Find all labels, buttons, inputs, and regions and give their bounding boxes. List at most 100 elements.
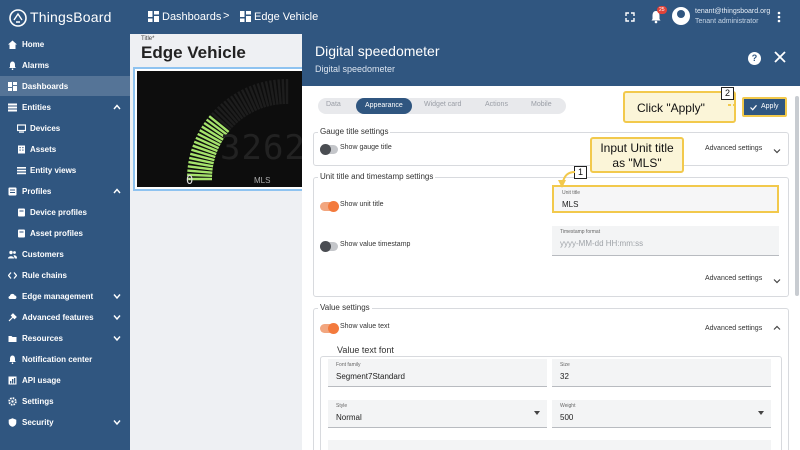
- font-size-label: Size: [560, 362, 570, 368]
- security-icon: [8, 418, 17, 427]
- show-value-text-label: Show value text: [340, 323, 390, 330]
- sidebar-item-assets[interactable]: Assets: [0, 139, 130, 159]
- dashboards-icon: [148, 11, 159, 22]
- sidebar-item-resources[interactable]: Resources: [0, 328, 130, 348]
- sidebar-item-label: API usage: [22, 376, 61, 385]
- sidebar-item-alarms[interactable]: Alarms: [0, 55, 130, 75]
- chevron-down-icon: [113, 420, 121, 426]
- user-avatar[interactable]: [672, 7, 690, 25]
- gauge-advanced-settings[interactable]: Advanced settings: [705, 145, 762, 152]
- thingsboard-logo-icon[interactable]: [8, 8, 28, 28]
- font-family-field[interactable]: Font family Segment7Standard: [328, 359, 547, 387]
- edge-icon: [8, 293, 17, 299]
- timestamp-format-field[interactable]: Timestamp format yyyy-MM-dd HH:mm:ss: [552, 226, 779, 256]
- show-gauge-title-label: Show gauge title: [340, 144, 392, 151]
- sidebar-item-label: Entities: [22, 103, 51, 112]
- more-vert-icon[interactable]: [771, 9, 787, 25]
- title-field-label: Title*: [141, 36, 155, 42]
- unit-title-field-label: Unit title: [562, 190, 581, 196]
- dashboards-icon: [8, 82, 17, 91]
- advanced-icon: [8, 313, 17, 322]
- sidebar-item-label: Asset profiles: [30, 229, 83, 238]
- breadcrumb-dashboards[interactable]: Dashboards: [162, 11, 221, 23]
- entities-icon: [8, 103, 17, 112]
- sidebar-item-entities[interactable]: Entities: [0, 97, 130, 117]
- tab-actions[interactable]: Actions: [485, 101, 508, 108]
- settings-icon: [8, 397, 17, 406]
- sidebar-item-entity-views[interactable]: Entity views: [0, 160, 130, 180]
- unit-title-field[interactable]: Unit title MLS: [552, 185, 779, 213]
- unit-title-heading: Unit title and timestamp settings: [318, 172, 436, 181]
- panel-header: Digital speedometer Digital speedometer …: [302, 34, 800, 86]
- tab-appearance[interactable]: Appearance: [356, 98, 412, 114]
- unit-advanced-settings[interactable]: Advanced settings: [705, 275, 762, 282]
- asset-profiles-icon: [18, 229, 25, 238]
- sidebar-item-security[interactable]: Security: [0, 412, 130, 432]
- entity-views-icon: [17, 167, 26, 175]
- sidebar-item-edge-management[interactable]: Edge management: [0, 286, 130, 306]
- font-size-field[interactable]: Size 32: [552, 359, 771, 387]
- fullscreen-icon[interactable]: [622, 9, 638, 25]
- value-settings-heading: Value settings: [318, 303, 372, 312]
- sidebar-item-label: Customers: [22, 250, 64, 259]
- value-font-heading: Value text font: [335, 345, 396, 355]
- sidebar-item-asset-profiles[interactable]: Asset profiles: [0, 223, 130, 243]
- show-value-text-toggle[interactable]: [320, 323, 339, 334]
- sidebar-item-label: Assets: [30, 145, 57, 154]
- chevron-down-icon: [113, 315, 121, 321]
- tab-data[interactable]: Data: [326, 101, 341, 108]
- user-email: tenant@thingsboard.org: [695, 8, 771, 15]
- chevron-up-icon[interactable]: [773, 324, 781, 332]
- font-style-label: Style: [336, 403, 348, 409]
- sidebar-item-advanced-features[interactable]: Advanced features: [0, 307, 130, 327]
- sidebar-item-rule-chains[interactable]: Rule chains: [0, 265, 130, 285]
- font-size-value: 32: [560, 372, 569, 381]
- dashboard-title-input[interactable]: Edge Vehicle: [141, 43, 246, 63]
- panel-scrollbar[interactable]: [795, 96, 799, 296]
- chevron-down-icon: [113, 336, 121, 342]
- unit-title-callout: Input Unit title as "MLS": [590, 137, 684, 173]
- show-unit-title-toggle[interactable]: [320, 201, 339, 212]
- next-font-field[interactable]: [328, 440, 771, 450]
- sidebar-item-customers[interactable]: Customers: [0, 244, 130, 264]
- gauge-tick: [281, 79, 286, 105]
- breadcrumb-separator: >: [223, 10, 230, 22]
- sidebar-item-profiles[interactable]: Profiles: [0, 181, 130, 201]
- font-weight-label: Weight: [560, 403, 576, 409]
- sidebar-item-label: Profiles: [22, 187, 52, 196]
- tab-widget-card[interactable]: Widget card: [424, 101, 461, 108]
- chevron-down-icon[interactable]: [773, 147, 781, 155]
- unit-callout-line-1: Input Unit title: [600, 141, 674, 155]
- close-icon[interactable]: [773, 50, 787, 64]
- sidebar-item-label: Resources: [22, 334, 63, 343]
- tab-mobile[interactable]: Mobile: [531, 101, 552, 108]
- show-gauge-title-toggle[interactable]: [320, 144, 338, 155]
- panel-title: Digital speedometer: [315, 43, 440, 59]
- sidebar-item-devices[interactable]: Devices: [0, 118, 130, 138]
- font-style-select[interactable]: Style Normal: [328, 400, 547, 428]
- sidebar: Home Alarms Dashboards Entities Devices …: [0, 34, 130, 450]
- chevron-down-icon[interactable]: [773, 277, 781, 285]
- font-weight-select[interactable]: Weight 500: [552, 400, 771, 428]
- sidebar-item-device-profiles[interactable]: Device profiles: [0, 202, 130, 222]
- show-unit-title-label: Show unit title: [340, 201, 384, 208]
- sidebar-item-notification-center[interactable]: Notification center: [0, 349, 130, 369]
- show-value-timestamp-toggle[interactable]: [320, 241, 338, 252]
- sidebar-item-settings[interactable]: Settings: [0, 391, 130, 411]
- sidebar-item-label: Home: [22, 40, 45, 49]
- check-icon: [750, 104, 757, 111]
- brand-name[interactable]: ThingsBoard: [30, 9, 112, 25]
- sidebar-item-dashboards[interactable]: Dashboards: [0, 76, 130, 96]
- apply-button-label: Apply: [761, 103, 779, 110]
- dropdown-arrow-icon: [758, 411, 764, 415]
- home-icon: [8, 40, 17, 49]
- sidebar-item-home[interactable]: Home: [0, 34, 130, 54]
- font-style-value: Normal: [336, 413, 362, 422]
- sidebar-item-label: Edge management: [22, 292, 94, 301]
- help-icon[interactable]: ?: [748, 52, 761, 65]
- value-advanced-settings[interactable]: Advanced settings: [705, 325, 762, 332]
- sidebar-item-api-usage[interactable]: API usage: [0, 370, 130, 390]
- apply-button[interactable]: Apply: [742, 97, 787, 117]
- speedometer-min-label: 0: [186, 173, 194, 187]
- apply-callout: Click "Apply": [623, 91, 736, 123]
